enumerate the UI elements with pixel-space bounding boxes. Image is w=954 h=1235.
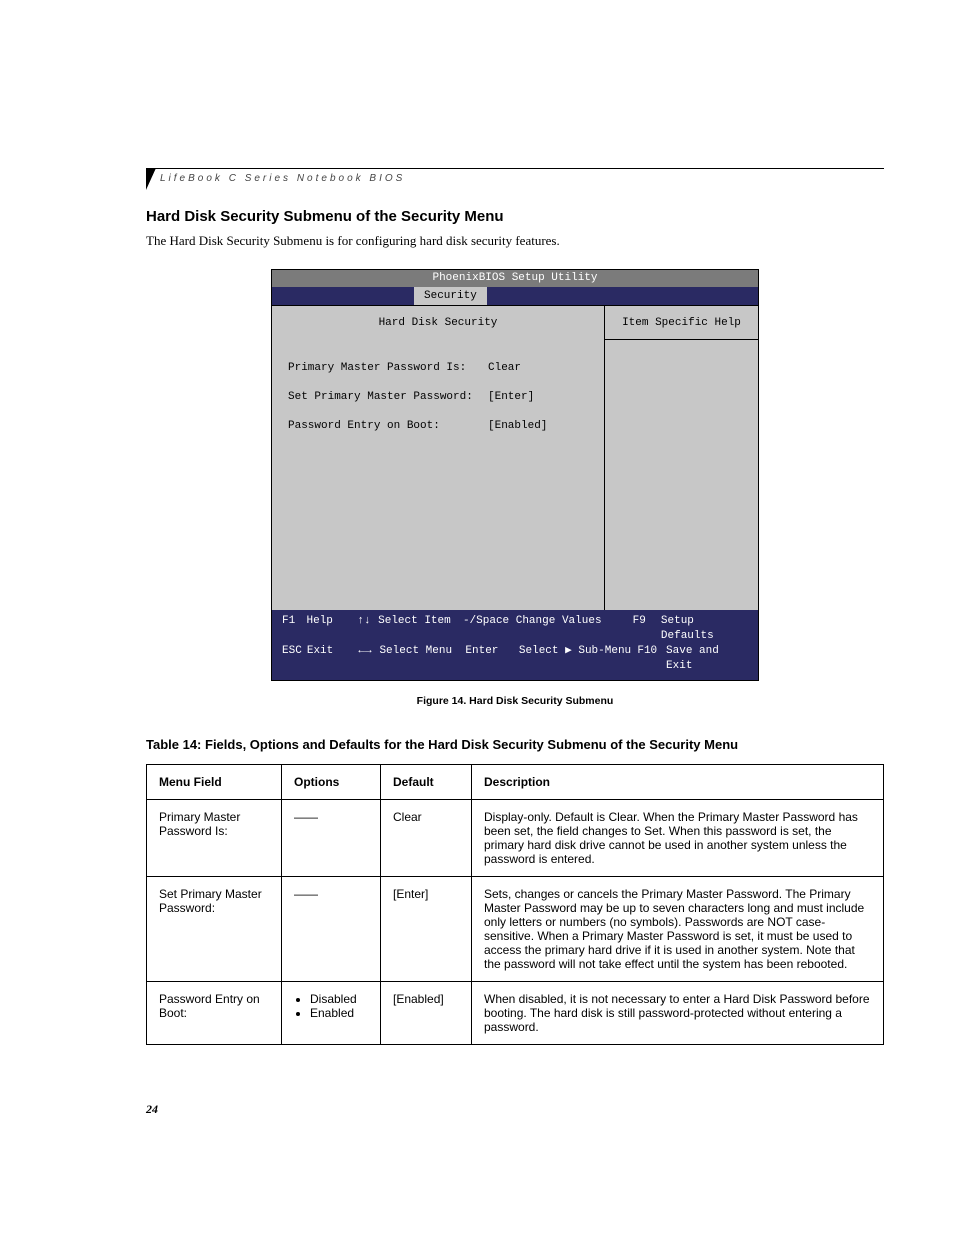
- intro-paragraph: The Hard Disk Security Submenu is for co…: [146, 233, 884, 249]
- bios-titlebar: PhoenixBIOS Setup Utility: [272, 270, 758, 287]
- key-label: F10: [637, 644, 666, 674]
- bios-row[interactable]: Set Primary Master Password: [Enter]: [288, 392, 588, 403]
- header-mark-icon: [146, 168, 156, 190]
- key-desc: Setup Defaults: [661, 614, 748, 644]
- cell-default: Clear: [381, 800, 472, 877]
- bios-field-value: [Enabled]: [488, 421, 588, 432]
- key-desc: Select Menu: [379, 644, 465, 674]
- bios-figure: PhoenixBIOS Setup Utility Security Hard …: [271, 269, 759, 681]
- page: LifeBook C Series Notebook BIOS Hard Dis…: [0, 0, 954, 1235]
- bios-row[interactable]: Password Entry on Boot: [Enabled]: [288, 421, 588, 432]
- bios-tab-security[interactable]: Security: [414, 287, 487, 305]
- bios-left-panel: Hard Disk Security Primary Master Passwo…: [272, 306, 605, 610]
- cell-description: When disabled, it is not necessary to en…: [472, 982, 884, 1045]
- key-desc: Select Item: [378, 614, 463, 644]
- col-header: Menu Field: [147, 765, 282, 800]
- cell-default: [Enabled]: [381, 982, 472, 1045]
- cell-menu-field: Primary Master Password Is:: [147, 800, 282, 877]
- bios-body: Hard Disk Security Primary Master Passwo…: [272, 305, 758, 610]
- key-label: -/Space: [463, 614, 516, 644]
- cell-default: [Enter]: [381, 877, 472, 982]
- bios-footer: F1 Help ↑↓ Select Item -/Space Change Va…: [272, 610, 758, 680]
- table-row: Primary Master Password Is: —— Clear Dis…: [147, 800, 884, 877]
- bios-field-label: Set Primary Master Password:: [288, 392, 488, 403]
- option-item: Disabled: [310, 992, 368, 1006]
- key-label: F9: [633, 614, 661, 644]
- key-label: Enter: [465, 644, 519, 674]
- key-desc: Save and Exit: [666, 644, 748, 674]
- bios-field-label: Password Entry on Boot:: [288, 421, 488, 432]
- cell-options: ——: [282, 800, 381, 877]
- figure-caption: Figure 14. Hard Disk Security Submenu: [146, 695, 884, 707]
- fields-table: Menu Field Options Default Description P…: [146, 764, 884, 1045]
- bios-row[interactable]: Primary Master Password Is: Clear: [288, 363, 588, 374]
- bios-help-title: Item Specific Help: [605, 306, 758, 340]
- key-desc: Help: [307, 614, 358, 644]
- bios-help-panel: Item Specific Help: [605, 306, 758, 610]
- bios-footer-row: F1 Help ↑↓ Select Item -/Space Change Va…: [282, 614, 748, 644]
- cell-description: Sets, changes or cancels the Primary Mas…: [472, 877, 884, 982]
- key-desc: Exit: [307, 644, 359, 674]
- table-title: Table 14: Fields, Options and Defaults f…: [146, 737, 884, 752]
- key-desc: Select ▶ Sub-Menu: [519, 644, 637, 674]
- page-number: 24: [146, 1102, 158, 1117]
- col-header: Description: [472, 765, 884, 800]
- bios-left-title: Hard Disk Security: [288, 318, 588, 329]
- cell-menu-field: Password Entry on Boot:: [147, 982, 282, 1045]
- bios-field-label: Primary Master Password Is:: [288, 363, 488, 374]
- bios-field-value: [Enter]: [488, 392, 588, 403]
- bios-field-value: Clear: [488, 363, 588, 374]
- header-rule: [146, 168, 884, 169]
- cell-options: Disabled Enabled: [282, 982, 381, 1045]
- section-heading: Hard Disk Security Submenu of the Securi…: [146, 208, 884, 225]
- option-item: Enabled: [310, 1006, 368, 1020]
- table-row: Password Entry on Boot: Disabled Enabled…: [147, 982, 884, 1045]
- cell-options: ——: [282, 877, 381, 982]
- cell-description: Display-only. Default is Clear. When the…: [472, 800, 884, 877]
- running-title: LifeBook C Series Notebook BIOS: [160, 173, 884, 184]
- cell-menu-field: Set Primary Master Password:: [147, 877, 282, 982]
- key-label: ←→: [358, 644, 379, 674]
- table-header-row: Menu Field Options Default Description: [147, 765, 884, 800]
- col-header: Default: [381, 765, 472, 800]
- key-label: ↑↓: [357, 614, 378, 644]
- bios-tab-row: Security: [272, 287, 758, 305]
- key-desc: Change Values: [516, 614, 633, 644]
- col-header: Options: [282, 765, 381, 800]
- table-row: Set Primary Master Password: —— [Enter] …: [147, 877, 884, 982]
- key-label: F1: [282, 614, 307, 644]
- key-label: ESC: [282, 644, 307, 674]
- bios-footer-row: ESC Exit ←→ Select Menu Enter Select ▶ S…: [282, 644, 748, 674]
